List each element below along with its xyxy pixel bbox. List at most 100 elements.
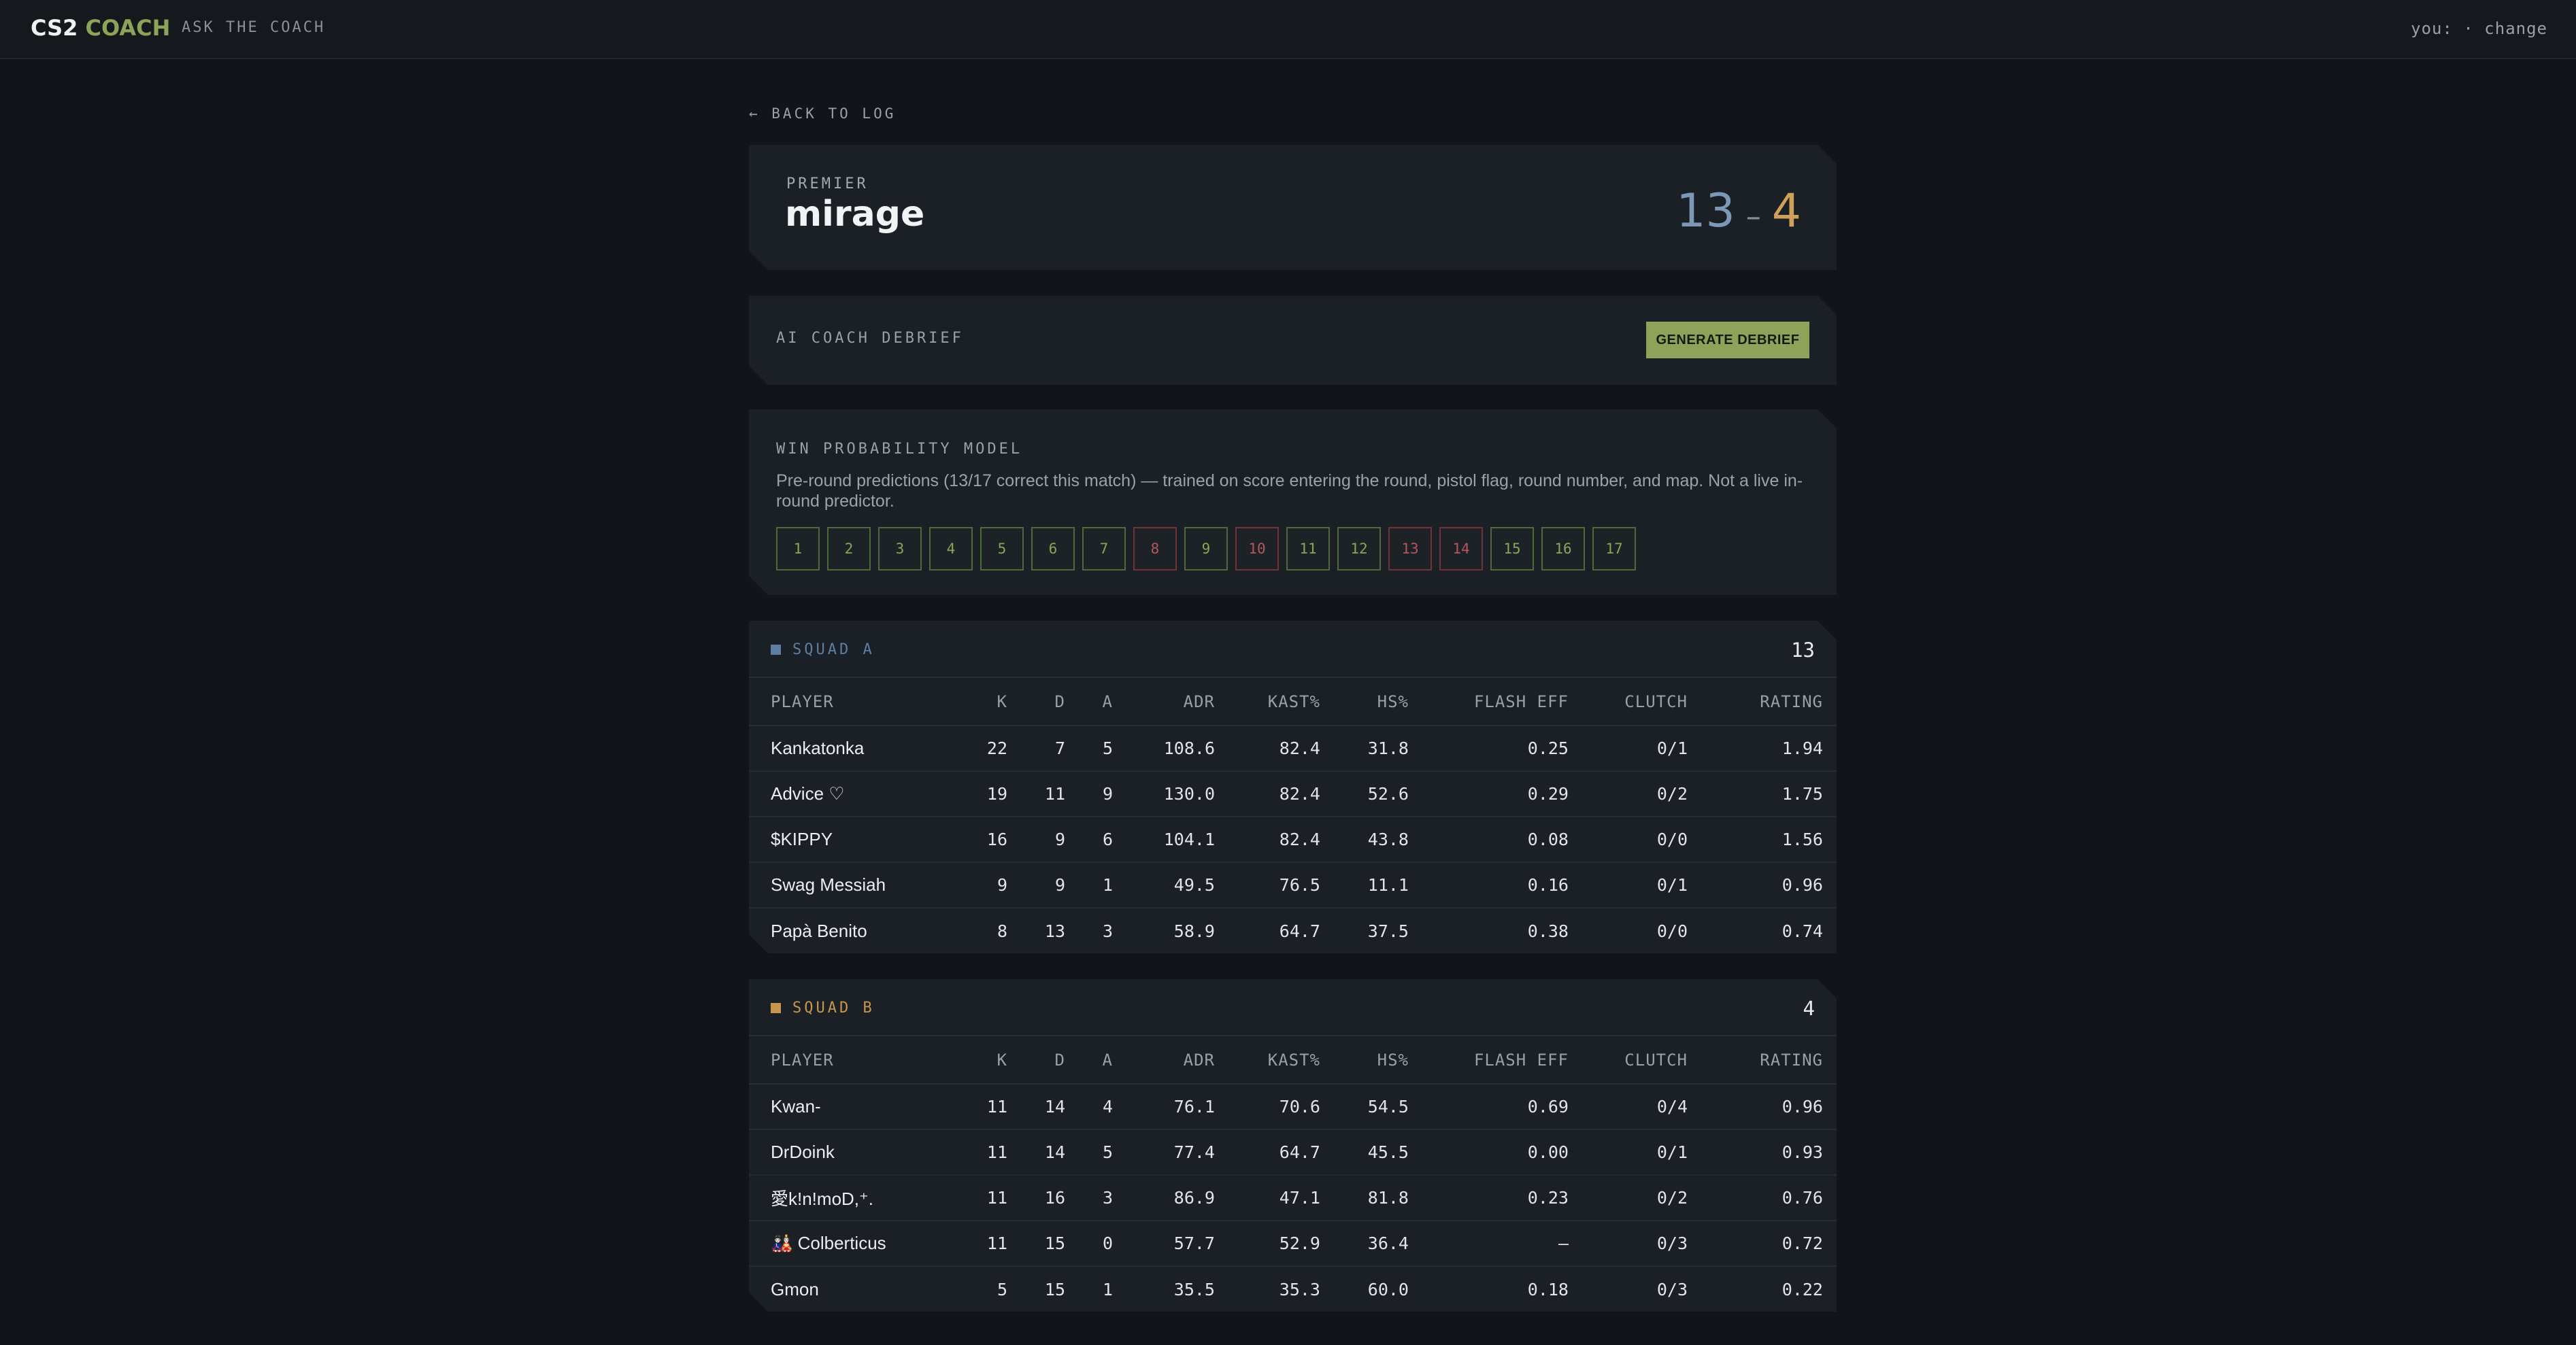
stat-cell: 58.9 [1173, 921, 1215, 941]
squad-header: SQUAD A 13 [749, 621, 1837, 678]
stat-cell: 5 [1065, 1129, 1113, 1175]
round-box[interactable]: 17 [1592, 527, 1636, 571]
table-row[interactable]: Papà Benito 8 13 3 58.9 64.7 37.5 0.38 0/0 0.74 [749, 908, 1837, 953]
column-header[interactable]: PLAYER [749, 1036, 953, 1084]
column-header[interactable]: PLAYER [749, 678, 953, 726]
stat-cell: 5 [1065, 726, 1113, 771]
stat-cell: 9 [953, 862, 1007, 908]
round-box[interactable]: 16 [1541, 527, 1585, 571]
stat-cell: 11 [953, 1175, 1007, 1221]
table-row[interactable]: 愛k!n!moD,⁺. 11 16 3 86.9 47.1 81.8 0.23 0/2 0.76 [749, 1175, 1837, 1221]
squad-header: SQUAD B 4 [749, 979, 1837, 1036]
match-mode: PREMIER [786, 175, 869, 192]
score-squad-b: 4 [1771, 184, 1801, 238]
round-box[interactable]: 2 [827, 527, 871, 571]
round-box[interactable]: 7 [1082, 527, 1126, 571]
match-score: 13 – 4 [1676, 184, 1801, 238]
squad-color-marker [771, 1003, 781, 1013]
round-box[interactable]: 6 [1031, 527, 1075, 571]
table-row[interactable]: Kwan- 11 14 4 76.1 70.6 54.5 0.69 0/4 0.96 [749, 1084, 1837, 1129]
column-header[interactable]: HS% [1320, 678, 1409, 726]
player-name: DrDoink [749, 1129, 953, 1175]
squad-color-marker [771, 645, 781, 655]
stat-cell: 0/1 [1569, 862, 1688, 908]
round-predictions: 1 2 3 4 5 6 7 8 9 10 11 12 13 14 15 16 17 [776, 527, 1636, 571]
column-header[interactable]: ADR [1113, 1036, 1215, 1084]
stat-cell: 1 [1102, 1279, 1113, 1299]
stat-cell: 0.25 [1409, 726, 1569, 771]
player-name: $KIPPY [749, 817, 953, 862]
stat-cell: 1.94 [1688, 726, 1837, 771]
stat-cell: 0.76 [1688, 1175, 1837, 1221]
table-row[interactable]: Advice ♡ 19 11 9 130.0 82.4 52.6 0.29 0/2 1.75 [749, 771, 1837, 817]
column-header[interactable]: FLASH EFF [1409, 1036, 1569, 1084]
table-row[interactable]: $KIPPY 16 9 6 104.1 82.4 43.8 0.08 0/0 1.56 [749, 817, 1837, 862]
round-box[interactable]: 12 [1337, 527, 1381, 571]
round-box[interactable]: 13 [1388, 527, 1432, 571]
squad-b-panel: SQUAD B 4 PLAYER K D A ADR KAST% HS% FLASH EFF C… [749, 979, 1837, 1312]
stat-cell: 14 [1007, 1129, 1065, 1175]
column-header[interactable]: HS% [1320, 1036, 1409, 1084]
table-row[interactable]: Gmon 5 15 1 35.5 35.3 60.0 0.18 0/3 0.22 [749, 1266, 1837, 1312]
round-box[interactable]: 8 [1133, 527, 1177, 571]
stat-cell: 35.5 [1173, 1279, 1215, 1299]
stat-cell: 0.18 [1527, 1279, 1569, 1299]
stat-cell: 0/2 [1569, 771, 1688, 817]
player-name: Kwan- [749, 1084, 953, 1129]
round-box[interactable]: 14 [1439, 527, 1483, 571]
round-box[interactable]: 10 [1235, 527, 1279, 571]
stat-cell: 9 [1007, 862, 1065, 908]
round-box[interactable]: 1 [776, 527, 820, 571]
round-box[interactable]: 4 [929, 527, 973, 571]
stat-cell: 22 [953, 726, 1007, 771]
column-header[interactable]: KAST% [1215, 678, 1320, 726]
brand-logo[interactable]: CS2 COACH [31, 15, 170, 41]
table-row[interactable]: Swag Messiah 9 9 1 49.5 76.5 11.1 0.16 0/1 0.96 [749, 862, 1837, 908]
column-header[interactable]: CLUTCH [1569, 678, 1688, 726]
column-header[interactable]: ADR [1113, 678, 1215, 726]
stat-cell: 7 [1007, 726, 1065, 771]
stat-cell: 0/4 [1569, 1084, 1688, 1129]
column-header[interactable]: RATING [1688, 1036, 1837, 1084]
user-change-link[interactable]: you: · change [2411, 19, 2547, 38]
column-header[interactable]: D [1007, 1036, 1065, 1084]
back-to-log-link[interactable]: ← BACK TO LOG [749, 105, 896, 122]
stat-cell: 1 [1065, 862, 1113, 908]
stat-cell: 3 [1065, 1175, 1113, 1221]
stat-cell: 0.69 [1409, 1084, 1569, 1129]
table-row[interactable]: DrDoink 11 14 5 77.4 64.7 45.5 0.00 0/1 0.93 [749, 1129, 1837, 1175]
column-header[interactable]: K [953, 678, 1007, 726]
column-header[interactable]: K [953, 1036, 1007, 1084]
stat-cell: 16 [1007, 1175, 1065, 1221]
nav-ask-the-coach[interactable]: ASK THE COACH [182, 19, 325, 36]
squad-b-stats-table: PLAYER K D A ADR KAST% HS% FLASH EFF CLUTCH RATIN… [749, 1036, 1837, 1312]
stat-cell: 0.29 [1409, 771, 1569, 817]
stat-cell: 70.6 [1215, 1084, 1320, 1129]
player-name: Kankatonka [749, 726, 953, 771]
stat-cell: 11 [953, 1129, 1007, 1175]
round-box[interactable]: 3 [878, 527, 922, 571]
stat-cell: 49.5 [1113, 862, 1215, 908]
win-model-description: Pre-round predictions (13/17 correct thi… [776, 471, 1803, 511]
column-header[interactable]: D [1007, 678, 1065, 726]
column-header[interactable]: A [1065, 1036, 1113, 1084]
column-header[interactable]: RATING [1688, 678, 1837, 726]
column-header[interactable]: CLUTCH [1569, 1036, 1688, 1084]
column-header[interactable]: A [1065, 678, 1113, 726]
stat-cell: 86.9 [1113, 1175, 1215, 1221]
stat-cell: 0/0 [1656, 921, 1688, 941]
generate-debrief-button[interactable]: GENERATE DEBRIEF [1646, 322, 1809, 358]
stat-cell: 1.56 [1688, 817, 1837, 862]
round-box[interactable]: 9 [1184, 527, 1228, 571]
column-header[interactable]: KAST% [1215, 1036, 1320, 1084]
table-row[interactable]: Kankatonka 22 7 5 108.6 82.4 31.8 0.25 0/1 1.94 [749, 726, 1837, 771]
stat-cell: 0.16 [1409, 862, 1569, 908]
column-header[interactable]: FLASH EFF [1409, 678, 1569, 726]
round-box[interactable]: 5 [980, 527, 1024, 571]
table-row[interactable]: 🎎 Colberticus 11 15 0 57.7 52.9 36.4—0/3 0.72 [749, 1221, 1837, 1266]
round-box[interactable]: 11 [1286, 527, 1330, 571]
stat-cell: 0.22 [1782, 1279, 1823, 1299]
stat-cell: 11 [1007, 771, 1065, 817]
round-box[interactable]: 15 [1490, 527, 1534, 571]
stat-cell: 4 [1065, 1084, 1113, 1129]
